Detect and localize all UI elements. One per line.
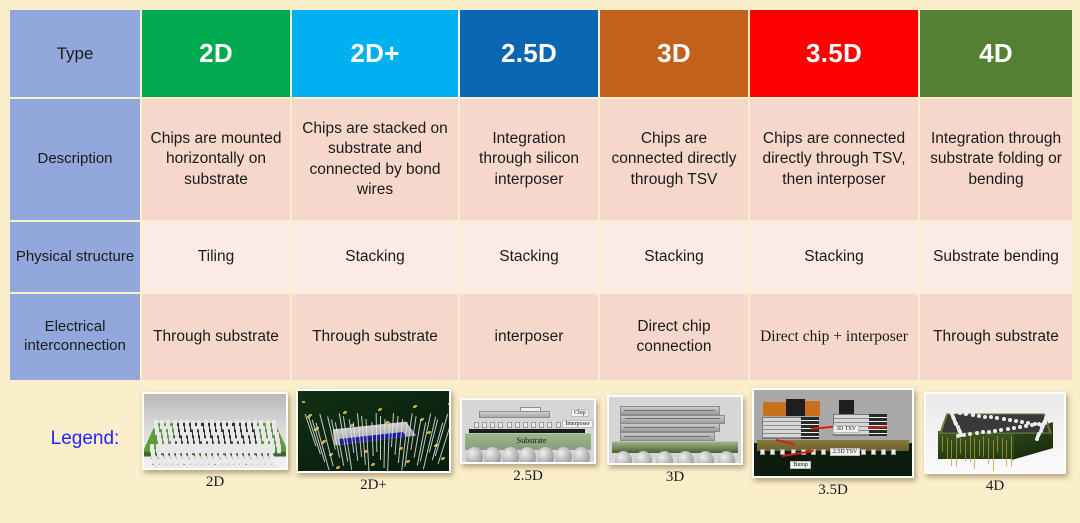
- legend-item-25d[interactable]: Chip Interposer Substrate 2.5D: [460, 398, 596, 485]
- cell-physical-3d: Stacking: [600, 222, 748, 292]
- legend-item-2d[interactable]: 2D: [142, 392, 288, 491]
- cell-description-4d: Integration through substrate folding or…: [920, 99, 1072, 220]
- packaging-comparison-table: Type 2D 2D+ 2.5D 3D 3.5D 4D Description …: [8, 8, 1074, 382]
- cell-electrical-25d: interposer: [460, 294, 598, 380]
- cell-description-35d: Chips are connected directly through TSV…: [750, 99, 918, 220]
- cell-physical-2dplus: Stacking: [292, 222, 458, 292]
- row-label-description: Description: [10, 99, 140, 220]
- legend-caption-2d: 2D: [205, 474, 225, 490]
- cell-description-3d: Chips are connected directly through TSV: [600, 99, 748, 220]
- column-header-2d: 2D: [142, 10, 290, 97]
- legend-thumb-2d: [142, 392, 288, 470]
- legend-title: Legend:: [50, 428, 120, 449]
- table-row-physical-structure: Physical structure Tiling Stacking Stack…: [10, 222, 1072, 292]
- column-header-25d: 2.5D: [460, 10, 598, 97]
- legend-area: Legend: 2D 2D+ Chip Interposer Substrate…: [0, 382, 1080, 523]
- interposer-cross-section-icon: Chip Interposer Substrate: [462, 400, 594, 462]
- column-header-4d: 4D: [920, 10, 1072, 97]
- legend-item-3d[interactable]: 3D: [607, 395, 743, 486]
- xs-label-bump: Bump: [790, 460, 811, 469]
- table-row-description: Description Chips are mounted horizontal…: [10, 99, 1072, 220]
- cell-description-25d: Integration through silicon interposer: [460, 99, 598, 220]
- column-header-2dplus: 2D+: [292, 10, 458, 97]
- legend-thumb-2dplus: [296, 389, 451, 473]
- cell-physical-35d: Stacking: [750, 222, 918, 292]
- legend-item-35d[interactable]: 3D TSV 2.5D TSV Bump 3.5D: [752, 388, 914, 499]
- legend-thumb-4d: [924, 392, 1066, 474]
- legend-thumb-3d: [607, 395, 743, 465]
- column-header-35d: 3.5D: [750, 10, 918, 97]
- cell-description-2dplus: Chips are stacked on substrate and conne…: [292, 99, 458, 220]
- cell-physical-2d: Tiling: [142, 222, 290, 292]
- cell-physical-4d: Substrate bending: [920, 222, 1072, 292]
- xs-label-chip: Chip: [571, 408, 589, 417]
- cell-electrical-35d: Direct chip + interposer: [750, 294, 918, 380]
- xs-label-interposer: Interposer: [562, 420, 593, 429]
- legend-caption-25d: 2.5D: [513, 468, 543, 484]
- row-label-electrical-interconnection: Electrical interconnection: [10, 294, 140, 380]
- wire-bond-stack-icon: [298, 391, 449, 471]
- row-label-physical-structure: Physical structure: [10, 222, 140, 292]
- bga-top-view-icon: [144, 394, 286, 468]
- cell-description-2d: Chips are mounted horizontally on substr…: [142, 99, 290, 220]
- folded-substrate-block-icon: [926, 394, 1064, 472]
- cell-electrical-4d: Through substrate: [920, 294, 1072, 380]
- legend-caption-35d: 3.5D: [818, 482, 848, 498]
- legend-caption-2dplus: 2D+: [360, 477, 387, 493]
- legend-thumb-25d: Chip Interposer Substrate: [460, 398, 596, 464]
- slide-root: Type 2D 2D+ 2.5D 3D 3.5D 4D Description …: [0, 0, 1080, 523]
- legend-thumb-35d: 3D TSV 2.5D TSV Bump: [752, 388, 914, 478]
- legend-caption-3d: 3D: [665, 469, 685, 485]
- xs-label-substrate: Substrate: [516, 435, 547, 445]
- legend-item-2dplus[interactable]: 2D+: [296, 389, 451, 494]
- stacked-die-cross-section-icon: [609, 397, 741, 463]
- cell-electrical-2d: Through substrate: [142, 294, 290, 380]
- tsv-interposer-3d-view-icon: 3D TSV 2.5D TSV Bump: [754, 390, 912, 476]
- column-header-3d: 3D: [600, 10, 748, 97]
- cell-electrical-3d: Direct chip connection: [600, 294, 748, 380]
- table-header-row: Type 2D 2D+ 2.5D 3D 3.5D 4D: [10, 10, 1072, 97]
- legend-caption-4d: 4D: [985, 478, 1005, 494]
- header-row-label: Type: [10, 10, 140, 97]
- cell-electrical-2dplus: Through substrate: [292, 294, 458, 380]
- xs-label-25d-tsv: 2.5D TSV: [829, 447, 861, 456]
- table-row-electrical-interconnection: Electrical interconnection Through subst…: [10, 294, 1072, 380]
- xs-label-3d-tsv: 3D TSV: [833, 425, 860, 434]
- cell-physical-25d: Stacking: [460, 222, 598, 292]
- legend-item-4d[interactable]: 4D: [924, 392, 1066, 495]
